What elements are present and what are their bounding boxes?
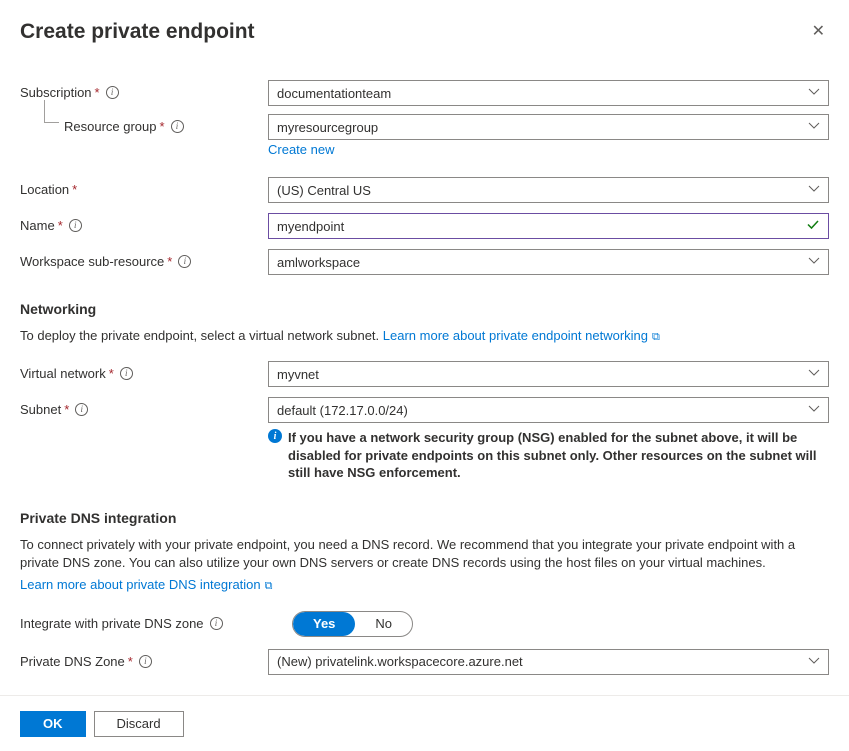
vnet-value: myvnet — [277, 367, 319, 382]
dns-zone-value: (New) privatelink.workspacecore.azure.ne… — [277, 654, 523, 669]
subscription-value: documentationteam — [277, 86, 391, 101]
dns-zone-select[interactable]: (New) privatelink.workspacecore.azure.ne… — [268, 649, 829, 675]
resource-group-select[interactable]: myresourcegroup — [268, 114, 829, 140]
info-icon[interactable]: i — [178, 255, 191, 268]
nsg-note: If you have a network security group (NS… — [288, 429, 825, 482]
footer: OK Discard — [0, 695, 849, 751]
resource-group-value: myresourcegroup — [277, 120, 378, 135]
integrate-dns-label: Integrate with private DNS zone — [20, 616, 204, 631]
dns-link-text: Learn more about private DNS integration — [20, 577, 261, 592]
vnet-label: Virtual network — [20, 366, 106, 381]
toggle-no[interactable]: No — [355, 612, 412, 636]
resource-group-label: Resource group — [64, 119, 157, 134]
required-indicator: * — [128, 654, 133, 669]
required-indicator: * — [109, 366, 114, 381]
networking-link-text: Learn more about private endpoint networ… — [383, 328, 648, 343]
required-indicator: * — [72, 182, 77, 197]
required-indicator: * — [167, 254, 172, 269]
sub-resource-value: amlworkspace — [277, 255, 360, 270]
name-input[interactable]: myendpoint — [268, 213, 829, 239]
page-title: Create private endpoint — [20, 20, 255, 44]
info-icon[interactable]: i — [120, 367, 133, 380]
close-icon[interactable]: ✕ — [808, 20, 829, 44]
sub-resource-label: Workspace sub-resource — [20, 254, 164, 269]
networking-desc: To deploy the private endpoint, select a… — [20, 328, 383, 343]
required-indicator: * — [58, 218, 63, 233]
sub-resource-select[interactable]: amlworkspace — [268, 249, 829, 275]
subnet-value: default (172.17.0.0/24) — [277, 403, 408, 418]
chevron-down-icon — [808, 367, 820, 382]
info-icon[interactable]: i — [69, 219, 82, 232]
chevron-down-icon — [808, 403, 820, 418]
required-indicator: * — [160, 119, 165, 134]
discard-button[interactable]: Discard — [94, 711, 184, 737]
toggle-yes[interactable]: Yes — [293, 612, 355, 636]
name-label: Name — [20, 218, 55, 233]
location-label: Location — [20, 182, 69, 197]
subnet-label: Subnet — [20, 402, 61, 417]
chevron-down-icon — [808, 86, 820, 101]
create-new-link[interactable]: Create new — [268, 142, 334, 157]
info-icon[interactable]: i — [139, 655, 152, 668]
location-value: (US) Central US — [277, 183, 371, 198]
name-value: myendpoint — [277, 219, 344, 234]
info-icon[interactable]: i — [75, 403, 88, 416]
subscription-label: Subscription — [20, 85, 92, 100]
ok-button[interactable]: OK — [20, 711, 86, 737]
info-icon[interactable]: i — [171, 120, 184, 133]
checkmark-icon — [806, 218, 820, 235]
networking-section-title: Networking — [20, 301, 829, 317]
dns-section-title: Private DNS integration — [20, 510, 829, 526]
chevron-down-icon — [808, 120, 820, 135]
required-indicator: * — [64, 402, 69, 417]
external-link-icon: ⧉ — [652, 331, 660, 343]
chevron-down-icon — [808, 255, 820, 270]
required-indicator: * — [95, 85, 100, 100]
chevron-down-icon — [808, 654, 820, 669]
vnet-select[interactable]: myvnet — [268, 361, 829, 387]
integrate-dns-toggle[interactable]: Yes No — [292, 611, 413, 637]
info-icon: i — [268, 429, 282, 443]
info-icon[interactable]: i — [210, 617, 223, 630]
info-icon[interactable]: i — [106, 86, 119, 99]
networking-learn-more-link[interactable]: Learn more about private endpoint networ… — [383, 328, 660, 343]
dns-desc: To connect privately with your private e… — [20, 537, 795, 570]
location-select[interactable]: (US) Central US — [268, 177, 829, 203]
subnet-select[interactable]: default (172.17.0.0/24) — [268, 397, 829, 423]
chevron-down-icon — [808, 183, 820, 198]
subscription-select[interactable]: documentationteam — [268, 80, 829, 106]
dns-learn-more-link[interactable]: Learn more about private DNS integration… — [20, 577, 273, 592]
dns-zone-label: Private DNS Zone — [20, 654, 125, 669]
external-link-icon: ⧉ — [265, 580, 273, 592]
